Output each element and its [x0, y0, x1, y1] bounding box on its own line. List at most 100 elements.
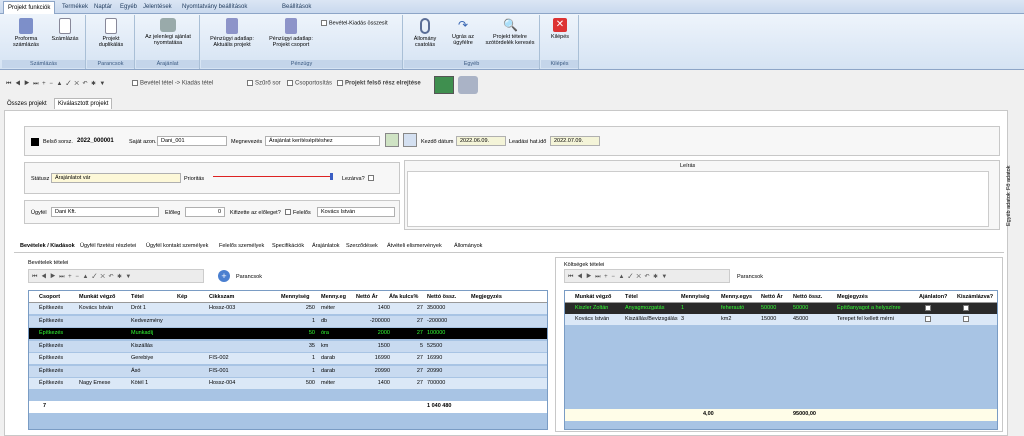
kezdo-datum-input[interactable]: 2022.06.09. — [456, 136, 506, 146]
table-row[interactable]: Építkezés Kiszállás 35 km 1500 5 52500 — [29, 340, 547, 352]
tab-felelos-szemelyek[interactable]: Felelős személyek — [219, 243, 264, 249]
col-mennyiseg[interactable]: Mennyiség — [681, 294, 709, 300]
col-munkat-vegzo[interactable]: Munkát végző — [575, 294, 611, 300]
slider-thumb[interactable] — [330, 173, 333, 180]
printer-icon[interactable] — [458, 76, 478, 94]
koltsegek-parancsok-button[interactable]: Parancsok — [737, 274, 763, 280]
paperclip-icon[interactable] — [385, 133, 399, 147]
ugras-ugyfel-button[interactable]: ↷ Ugrás az ügyfélre — [446, 18, 480, 46]
tab-nyomtatvany[interactable]: Nyomtatvány beállítások — [178, 1, 251, 14]
tab-naptar[interactable]: Naptár — [90, 1, 116, 14]
col-cikkszam[interactable]: Cikkszam — [209, 294, 234, 300]
col-megjegyzes[interactable]: Megjegyzés — [837, 294, 868, 300]
col-netto-ossz[interactable]: Nettó össz. — [793, 294, 822, 300]
tab-kivalasztott-projekt[interactable]: Kiválasztott projekt — [54, 98, 113, 109]
felso-resz-checkbox[interactable]: Projekt felső rész elrejtése — [337, 80, 421, 87]
col-netto-ar[interactable]: Nettó Ár — [761, 294, 783, 300]
table-row[interactable]: Építkezés Gerebiye FIS-002 1 darab 16990 27 169… — [29, 353, 547, 364]
table-row[interactable]: Építkezés Ásó FIS-001 1 darab 20990 27 20990 — [29, 365, 547, 377]
col-menny-eg[interactable]: Menny.eg — [321, 294, 346, 300]
table-cell: 1500 — [377, 342, 390, 349]
proforma-button[interactable]: Proforma számlázás — [6, 18, 46, 48]
table-cell: Kiszállás/Bevizsgálás — [625, 316, 678, 322]
color-swatch[interactable] — [31, 138, 39, 146]
row-checkbox[interactable] — [925, 305, 931, 311]
prioritas-slider[interactable] — [213, 176, 331, 177]
table-row[interactable]: Építkezés Kovács István Drót 1 Hossz-003 250… — [29, 303, 547, 314]
col-megjegyzes[interactable]: Megjegyzés — [471, 294, 502, 300]
felelos-input[interactable]: Kovács István — [317, 207, 395, 217]
bevetel-kiadas-button[interactable]: Bevétel-Kiadás összesít — [321, 20, 401, 26]
tab-termekek[interactable]: Termékek — [58, 1, 92, 14]
szamlazas-button[interactable]: Számlázás — [48, 18, 82, 42]
tab-beallitasok[interactable]: Beállítások — [278, 1, 315, 14]
col-mennyiseg[interactable]: Mennyiség — [281, 294, 309, 300]
report-icon — [226, 18, 238, 34]
lezarva-checkbox[interactable] — [368, 175, 376, 182]
csoportositas-checkbox[interactable]: Csoportosítás — [287, 80, 332, 87]
koltsegek-grid: Munkát végző Tétel Mennyiség Menny.egys … — [564, 290, 998, 430]
col-menny-egys[interactable]: Menny.egys — [721, 294, 752, 300]
tab-atveteli[interactable]: Átvételi elismervények — [387, 243, 442, 249]
belso-value: 2022_000001 — [77, 138, 114, 144]
kilepes-button[interactable]: ✕ Kilépés — [544, 18, 576, 40]
kifizette-checkbox[interactable] — [285, 209, 293, 216]
table-row[interactable]: Építkezés Munkadíj 50 óra 2000 27 100000 — [29, 328, 547, 339]
egyeb-adatok-tab[interactable]: Egyéb adatok — [1006, 192, 1012, 226]
sajat-input[interactable]: Dani_001 — [157, 136, 227, 146]
table-row[interactable]: Építkezés Kedvezmény 1 db -200000 27 -200000 — [29, 315, 547, 327]
tab-allomanyok[interactable]: Állományok — [454, 243, 482, 249]
table-row[interactable]: Kovács István Kiszállás/Bevizsgálás 3 km2 15… — [565, 314, 997, 325]
col-csoport[interactable]: Csoport — [39, 294, 60, 300]
bevetel-kiadas-checkbox[interactable]: Bevétel tétel -> Kiadás tétel — [132, 80, 213, 87]
col-munkat-vegzo[interactable]: Munkát végző — [79, 294, 115, 300]
leiras-textarea[interactable] — [407, 171, 989, 227]
bevetelek-parancsok-button[interactable]: Parancsok — [236, 274, 262, 280]
tab-specifikaciok[interactable]: Specifikációk — [272, 243, 304, 249]
eloleg-input[interactable]: 0 — [185, 207, 225, 217]
paperclip-icon[interactable] — [403, 133, 417, 147]
tab-jelentesek[interactable]: Jelentések — [139, 1, 176, 14]
table-row[interactable]: Kiszler Zoltán Anyagmozgatás 1 feherautó 500… — [565, 303, 997, 314]
leadasi-datum-input[interactable]: 2022.07.09. — [550, 136, 600, 146]
megnevezes-input[interactable]: Árajánlat kerítésépítéshez — [265, 136, 380, 146]
lezarva-label: Lezárva? — [342, 176, 365, 182]
tab-osszes-projekt[interactable]: Összes projekt — [4, 99, 50, 109]
szuro-sor-checkbox[interactable]: Szűrő sor — [247, 80, 281, 87]
tab-egyeb[interactable]: Egyéb — [116, 1, 141, 14]
penzugy-aktualis-button[interactable]: Pénzügyi adatlap: Aktuális projekt — [203, 18, 261, 48]
col-kiszamlazva[interactable]: Kiszámlázva? — [957, 294, 993, 300]
tetel-kereses-button[interactable]: 🔍 Projekt tételre szótördelék keresés — [482, 18, 538, 46]
penzugy-csoport-button[interactable]: Pénzügyi adatlap: Projekt csoport — [263, 18, 319, 48]
excel-export-icon[interactable] — [434, 76, 454, 94]
statusz-select[interactable]: Árajánlatot vár — [51, 173, 181, 183]
col-kep[interactable]: Kép — [177, 294, 187, 300]
col-ajanlaton[interactable]: Ajánlaton? — [919, 294, 947, 300]
col-afa[interactable]: Áfa kulcs% — [389, 294, 418, 300]
col-tetel[interactable]: Tétel — [625, 294, 638, 300]
tab-ugyfel-kontakt[interactable]: Ügyfél kontakt személyek — [146, 243, 208, 249]
allomany-button[interactable]: Állomány csatolás — [406, 18, 444, 48]
tab-ugyfel-fizetesi[interactable]: Ügyfél fizetési részletei — [80, 243, 136, 249]
col-netto-ossz[interactable]: Nettó össz. — [427, 294, 456, 300]
table-cell: 16990 — [374, 355, 390, 361]
col-tetel[interactable]: Tétel — [131, 294, 144, 300]
table-row[interactable]: Építkezés Nagy Emese Kötél 1 Hossz-004 500 mé… — [29, 378, 547, 389]
nyomtatas-button[interactable]: Az jelenlegi ajánlat nyomtatása — [139, 18, 197, 46]
row-checkbox[interactable] — [963, 316, 969, 322]
tab-bevetelek-kiadasok[interactable]: Bevételek / Kiadások — [20, 243, 75, 249]
bevetelek-navigator[interactable]: ⏮ ◀ ▶ ⏭ + − ▲ ✓ ✕ ↶ ✱ ▼ — [28, 269, 204, 283]
add-icon[interactable]: + — [218, 270, 230, 282]
row-checkbox[interactable] — [925, 316, 931, 322]
record-navigator[interactable]: ⏮ ◀ ▶ ⏭ + − ▲ ✓ ✕ ↶ ✱ ▼ — [6, 80, 106, 88]
row-checkbox[interactable] — [963, 305, 969, 311]
koltsegek-navigator[interactable]: ⏮ ◀ ▶ ⏭ + − ▲ ✓ ✕ ↶ ✱ ▼ — [564, 269, 730, 283]
tab-projekt-funkciok[interactable]: Projekt funkciók — [3, 1, 56, 14]
fo-adatok-tab[interactable]: Fő adatok — [1006, 166, 1012, 190]
tab-szerzodesek[interactable]: Szerződések — [346, 243, 378, 249]
duplikalas-button[interactable]: Projekt duplikálás — [91, 18, 131, 48]
tab-arajanlatok[interactable]: Árajánlatok — [312, 243, 340, 249]
ugyfel-input[interactable]: Dani Kft. — [51, 207, 159, 217]
table-cell: 27 — [416, 355, 423, 361]
col-netto-ar[interactable]: Nettó Ár — [356, 294, 378, 300]
